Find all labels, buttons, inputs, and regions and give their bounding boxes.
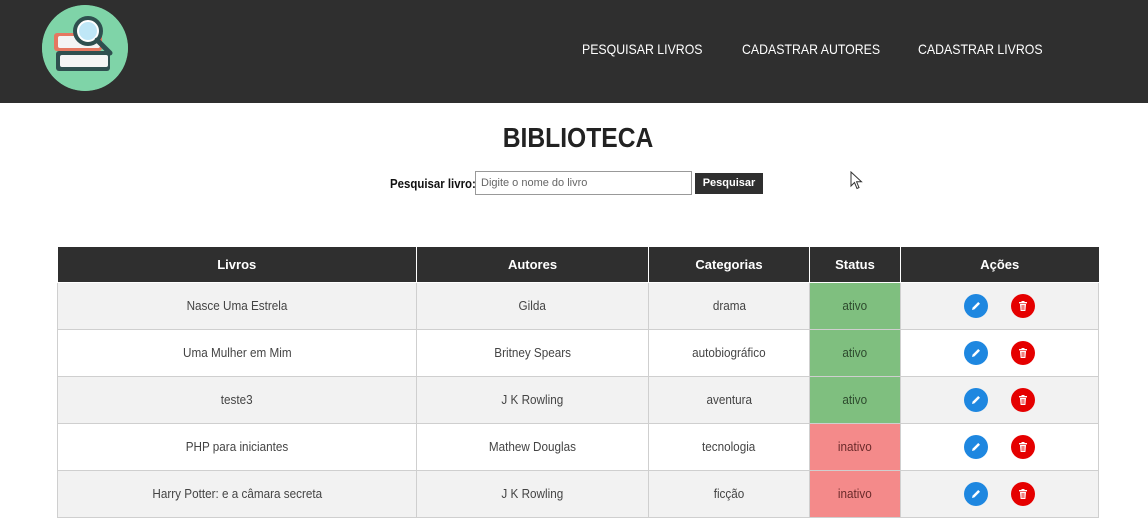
- mouse-cursor-icon: [850, 171, 863, 190]
- cell-status-text: inativo: [838, 486, 872, 501]
- delete-trash-icon[interactable]: [1011, 481, 1035, 506]
- cell-categoria-text: autobiográfico: [692, 345, 766, 360]
- delete-trash-icon[interactable]: [1011, 387, 1035, 412]
- header-status: Status: [809, 247, 901, 283]
- cell-status: ativo: [809, 328, 901, 377]
- cell-acoes: [900, 375, 1099, 424]
- cell-status-text: ativo: [842, 345, 868, 360]
- edit-pencil-icon[interactable]: [964, 293, 988, 318]
- logo-books-magnifier-icon[interactable]: [42, 5, 128, 91]
- header-acoes: Ações: [900, 247, 1099, 283]
- table-row: Harry Potter: e a câmara secreta J K Rowl…: [57, 469, 1099, 518]
- search-label: Pesquisar livro:: [390, 175, 476, 191]
- nav-cadastrar-autores-link[interactable]: CADASTRAR AUTORES: [742, 41, 880, 57]
- cell-autor: Britney Spears: [416, 328, 649, 377]
- cell-categoria-text: tecnologia: [702, 439, 756, 454]
- table-row: Nasce Uma Estrela Gilda drama ativo: [57, 281, 1099, 330]
- cell-livro: Nasce Uma Estrela: [57, 281, 417, 330]
- cell-autor-text: Gilda: [518, 298, 547, 313]
- nav-cadastrar-livros-link[interactable]: CADASTRAR LIVROS: [918, 41, 1043, 57]
- cell-livro-text: teste3: [221, 392, 253, 407]
- table-row: Uma Mulher em Mim Britney Spears autobiogr…: [57, 328, 1099, 377]
- cell-livro: Uma Mulher em Mim: [57, 328, 417, 377]
- cell-status-text: inativo: [838, 439, 872, 454]
- edit-pencil-icon[interactable]: [964, 340, 988, 365]
- table-header-row: Livros Autores Categorias Status Ações: [57, 247, 1099, 283]
- cell-status: inativo: [809, 469, 901, 518]
- cell-acoes: [900, 281, 1099, 330]
- cell-autor: Gilda: [416, 281, 649, 330]
- cell-status: ativo: [809, 375, 901, 424]
- edit-pencil-icon[interactable]: [964, 387, 988, 412]
- cell-status-text: ativo: [842, 392, 868, 407]
- search-input[interactable]: [475, 171, 692, 195]
- edit-pencil-icon[interactable]: [964, 434, 988, 459]
- header-autores: Autores: [416, 247, 649, 283]
- navbar: PESQUISAR LIVROS CADASTRAR AUTORES CADAS…: [0, 0, 1148, 103]
- delete-trash-icon[interactable]: [1011, 293, 1035, 318]
- edit-pencil-icon[interactable]: [964, 481, 988, 506]
- cell-livro: teste3: [57, 375, 417, 424]
- cell-autor-text: J K Rowling: [501, 392, 564, 407]
- cell-status: ativo: [809, 281, 901, 330]
- table-row: teste3 J K Rowling aventura ativo: [57, 375, 1099, 424]
- cell-categoria: drama: [648, 281, 810, 330]
- cell-status: inativo: [809, 422, 901, 471]
- cell-livro-text: PHP para iniciantes: [185, 439, 289, 454]
- table-row: PHP para iniciantes Mathew Douglas tecnolo…: [57, 422, 1099, 471]
- cell-categoria-text: aventura: [706, 392, 752, 407]
- cell-acoes: [900, 328, 1099, 377]
- delete-trash-icon[interactable]: [1011, 340, 1035, 365]
- cell-livro: PHP para iniciantes: [57, 422, 417, 471]
- cell-categoria: autobiográfico: [648, 328, 810, 377]
- cell-status-text: ativo: [842, 298, 868, 313]
- cell-acoes: [900, 469, 1099, 518]
- books-table: Livros Autores Categorias Status Ações N…: [57, 247, 1099, 518]
- cell-autor-text: J K Rowling: [501, 486, 564, 501]
- search-form: Pesquisar livro: Pesquisar: [390, 171, 763, 195]
- cell-autor-text: Britney Spears: [494, 345, 571, 360]
- cell-livro-text: Harry Potter: e a câmara secreta: [152, 486, 322, 501]
- cell-categoria: tecnologia: [648, 422, 810, 471]
- cell-categoria-text: ficção: [713, 486, 745, 501]
- delete-trash-icon[interactable]: [1011, 434, 1035, 459]
- cell-autor: Mathew Douglas: [416, 422, 649, 471]
- cell-categoria: aventura: [648, 375, 810, 424]
- cell-autor-text: Mathew Douglas: [488, 439, 577, 454]
- header-livros: Livros: [57, 247, 417, 283]
- cell-autor: J K Rowling: [416, 469, 649, 518]
- cell-autor: J K Rowling: [416, 375, 649, 424]
- nav-pesquisar-livros-link[interactable]: PESQUISAR LIVROS: [582, 41, 703, 57]
- cell-categoria-text: drama: [712, 298, 746, 313]
- cell-livro-text: Nasce Uma Estrela: [186, 298, 288, 313]
- header-categorias: Categorias: [648, 247, 810, 283]
- cell-livro-text: Uma Mulher em Mim: [182, 345, 292, 360]
- cell-categoria: ficção: [648, 469, 810, 518]
- search-button[interactable]: Pesquisar: [695, 172, 763, 194]
- cell-acoes: [900, 422, 1099, 471]
- page-title: BIBLIOTECA: [502, 122, 654, 153]
- cell-livro: Harry Potter: e a câmara secreta: [57, 469, 417, 518]
